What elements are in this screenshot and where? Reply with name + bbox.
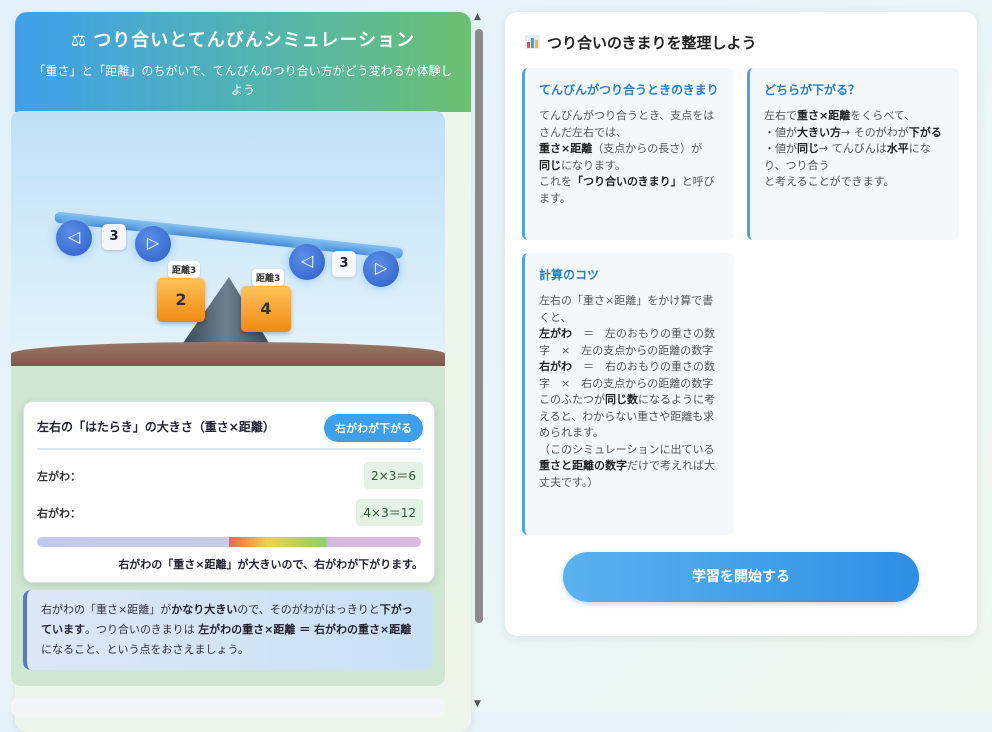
- text-bold: 水平: [886, 142, 909, 155]
- text: ・値が: [764, 142, 797, 155]
- right-weight[interactable]: 4: [241, 286, 291, 332]
- balance-bar: [37, 537, 421, 547]
- text: になります。: [561, 158, 626, 172]
- explain-bold: かなり大きい: [171, 603, 238, 616]
- text: （支点からの長さ）が: [592, 142, 703, 155]
- text: ・値が: [764, 125, 797, 139]
- text-bold: 重さ×距離: [539, 142, 593, 155]
- next-card-peek: [11, 697, 445, 717]
- left-weight[interactable]: 2: [157, 278, 205, 322]
- rule-card-title: てんびんがつり合うときのきまり: [539, 83, 719, 97]
- summary-title: つり合いのきまりを整理しよう: [525, 32, 757, 53]
- start-learning-button[interactable]: 学習を開始する: [563, 552, 919, 602]
- rule-card: てんびんがつり合うときのきまり てんびんがつり合うとき、支点をはさんだ左右では、…: [522, 68, 734, 240]
- right-side-value: 4×3＝12: [356, 499, 423, 526]
- right-arrow-left-button[interactable]: ◁: [289, 244, 325, 280]
- scroll-up-icon[interactable]: ▲: [474, 12, 481, 22]
- text-bold: 右がわ: [539, 360, 572, 373]
- summary-title-text: つり合いのきまりを整理しよう: [547, 34, 757, 52]
- page-title: ⚖ つり合いとてんびんシミュレーション: [15, 26, 471, 52]
- left-side-value: 2×3＝6: [364, 462, 423, 489]
- explanation-box: 右がわの「重さ×距離」がかなり大きいので、そのがわがはっきりと下がっています。つ…: [23, 590, 433, 670]
- result-badge: 右がわが下がる: [324, 414, 423, 442]
- right-side-label: 右がわ：: [37, 507, 81, 520]
- explain-bold: 左がわの重さ×距離 ＝ 右がわの重さ×距離: [198, 623, 412, 636]
- text-bold: 重さと距離の数字: [539, 459, 627, 472]
- which-side-title: どちらが下がる？: [764, 83, 861, 97]
- text: → そのがわが: [841, 125, 909, 139]
- right-distance-value: 3: [332, 251, 356, 277]
- calc-tips-title: 計算のコツ: [539, 268, 600, 282]
- text-bold: 下がる: [908, 125, 942, 139]
- page-title-text: つり合いとてんびんシミュレーション: [93, 30, 415, 51]
- calc-tips-card: 計算のコツ 左右の「重さ×距離」をかけ算で書くと、 左がわ ＝ 左のおもりの重さ…: [522, 253, 734, 535]
- simulation-header: ⚖ つり合いとてんびんシミュレーション 「重さ」と「距離」のちがいで、てんびんのつ…: [15, 12, 471, 112]
- left-distance-tag: 距離3: [168, 261, 201, 278]
- right-arrow-right-button[interactable]: ▷: [363, 251, 399, 287]
- scroll-down-icon[interactable]: ▼: [474, 699, 481, 709]
- left-arrow-right-button[interactable]: ▷: [135, 226, 171, 262]
- explain-text: 。つり合いのきまりは: [85, 623, 195, 636]
- arrow-right-icon: ▷: [374, 258, 388, 277]
- arrow-left-icon: ◁: [67, 227, 81, 246]
- work-comparison-card: 左右の「はたらき」の大きさ（重さ×距離） 右がわが下がる 左がわ： 2×3＝6 …: [23, 401, 435, 583]
- text: 左右の「重さ×距離」をかけ算で書くと、: [539, 294, 714, 324]
- work-card-title: 左右の「はたらき」の大きさ（重さ×距離）: [37, 420, 275, 434]
- scrollbar[interactable]: ▲ ▼: [472, 12, 486, 712]
- text: と考えることができます。: [764, 175, 895, 188]
- text: 左右で: [764, 109, 797, 122]
- arrow-left-icon: ◁: [300, 251, 314, 270]
- balance-simulation: ◁ 3 ▷ ◁ 3 ▷ 距離3 2 距離3 4: [11, 111, 445, 366]
- text-bold: 同じ: [539, 158, 561, 172]
- text: これを: [539, 175, 572, 188]
- summary-panel: つり合いのきまりを整理しよう てんびんがつり合うときのきまり てんびんがつり合う…: [505, 12, 977, 636]
- text-bold: 「つり合いのきまり」: [572, 175, 682, 188]
- explain-text: 右がわの「重さ×距離」が: [41, 603, 172, 616]
- text-bold: 重さ×距離: [797, 109, 851, 122]
- text: → てんびんは: [819, 142, 887, 155]
- scroll-thumb[interactable]: [475, 29, 483, 623]
- text: てんびんがつり合うとき、支点をはさんだ左右では、: [539, 109, 715, 139]
- text: このふたつが: [539, 393, 605, 406]
- left-arrow-left-button[interactable]: ◁: [56, 220, 92, 256]
- bar-chart-icon: [525, 35, 540, 49]
- text-bold: 同じ数: [605, 393, 638, 406]
- ground: [11, 342, 445, 366]
- balance-scale-icon: ⚖: [71, 31, 88, 51]
- text: をくらべて、: [850, 109, 916, 122]
- which-side-card: どちらが下がる？ 左右で重さ×距離をくらべて、 ・値が大きい方→ そのがわが下が…: [747, 68, 959, 240]
- right-distance-tag: 距離3: [252, 269, 285, 286]
- text-bold: 大きい方: [797, 125, 841, 139]
- explain-text: になること、という点をおさえましょう。: [41, 643, 249, 656]
- explain-text: ので、そのがわがはっきりと: [237, 603, 380, 616]
- text: （このシミュレーションに出ている: [539, 442, 715, 456]
- text-bold: 同じ: [797, 142, 819, 155]
- result-note: 右がわの「重さ×距離」が大きいので、右がわが下がります。: [118, 558, 423, 571]
- which-side-body: 左右で重さ×距離をくらべて、 ・値が大きい方→ そのがわが下がる ・値が同じ→ …: [764, 108, 945, 191]
- left-side-label: 左がわ：: [37, 470, 81, 483]
- left-distance-value: 3: [102, 224, 126, 250]
- divider: [37, 448, 421, 450]
- text-bold: 左がわ: [539, 327, 572, 340]
- rule-card-body: てんびんがつり合うとき、支点をはさんだ左右では、 重さ×距離（支点からの長さ）が…: [539, 108, 720, 207]
- calc-tips-body: 左右の「重さ×距離」をかけ算で書くと、 左がわ ＝ 左のおもりの重さの数字 × …: [539, 293, 720, 491]
- page-subtitle: 「重さ」と「距離」のちがいで、てんびんのつり合い方がどう変わるか体験しよう: [33, 64, 453, 97]
- arrow-right-icon: ▷: [146, 233, 160, 252]
